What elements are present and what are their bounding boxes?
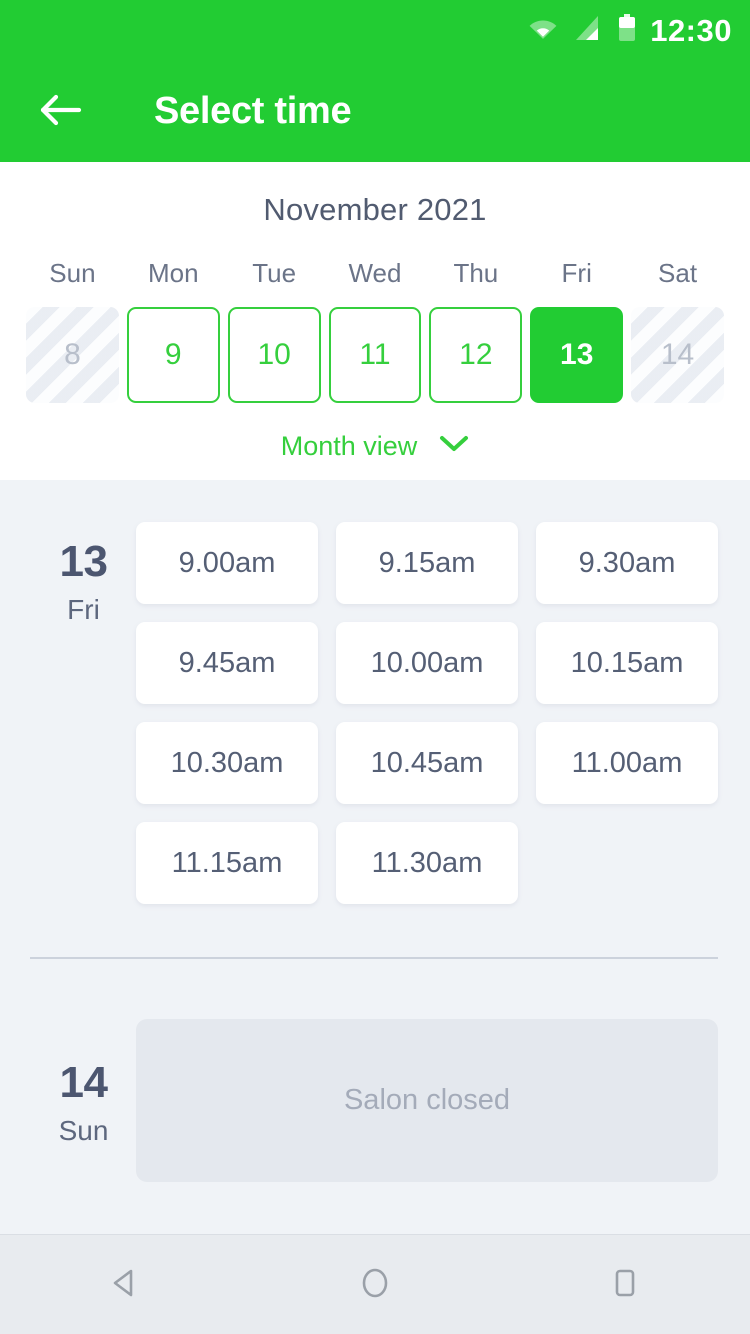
day-cell-10[interactable]: 10 <box>227 307 321 403</box>
calendar-panel: November 2021 Sun Mon Tue Wed Thu Fri Sa… <box>0 162 750 480</box>
phone-screen: 12:30 Select time November 2021 Sun Mon … <box>0 0 750 1334</box>
weekday-label: Thu <box>453 258 499 288</box>
time-slot[interactable]: 11.30am <box>336 822 518 904</box>
weekday-label: Wed <box>348 258 402 288</box>
nav-home-button[interactable] <box>320 1235 430 1334</box>
day-cell-14: 14 <box>631 307 724 403</box>
arrow-left-icon <box>39 93 83 130</box>
schedule-day-label: 14 Sun <box>32 1019 135 1182</box>
app-bar: Select time <box>0 60 750 162</box>
status-bar: 12:30 <box>0 0 750 60</box>
weekday-label: Mon <box>147 258 199 288</box>
weekday-label: Fri <box>561 258 592 288</box>
battery-icon <box>618 13 636 47</box>
schedule-list: 13 Fri 9.00am 9.15am 9.30am 9.45am 10.00… <box>0 480 750 1234</box>
time-slot[interactable]: 10.45am <box>336 722 518 804</box>
calendar-day-row: 8 9 10 11 12 13 14 <box>0 289 750 403</box>
chevron-down-icon <box>439 435 469 458</box>
time-slot[interactable]: 9.30am <box>536 522 718 604</box>
schedule-day-number: 14 <box>59 1058 108 1107</box>
time-slot[interactable]: 10.15am <box>536 622 718 704</box>
time-slot[interactable]: 9.45am <box>136 622 318 704</box>
day-cell-12[interactable]: 12 <box>429 307 523 403</box>
schedule-day-name: Sun <box>58 1115 109 1146</box>
month-view-label: Month view <box>280 431 418 461</box>
calendar-month-title: November 2021 <box>263 192 487 227</box>
schedule-day-label: 13 Fri <box>32 522 135 904</box>
circle-home-icon <box>357 1265 393 1304</box>
back-button[interactable] <box>34 84 88 138</box>
signal-icon <box>574 15 602 46</box>
weekday-label: Sun <box>49 258 96 288</box>
schedule-day-name: Fri <box>67 594 100 625</box>
time-slot[interactable]: 11.00am <box>536 722 718 804</box>
square-recents-icon <box>607 1265 643 1304</box>
day-cell-13[interactable]: 13 <box>530 307 624 403</box>
nav-recents-button[interactable] <box>570 1235 680 1334</box>
page-title: Select time <box>154 89 352 132</box>
triangle-back-icon <box>107 1265 143 1304</box>
time-slot[interactable]: 9.00am <box>136 522 318 604</box>
status-icon-group <box>528 13 636 47</box>
schedule-day-14: 14 Sun Salon closed <box>0 959 750 1182</box>
weekday-label: Sat <box>658 258 698 288</box>
time-slot-grid: 9.00am 9.15am 9.30am 9.45am 10.00am 10.1… <box>136 522 718 904</box>
schedule-day-number: 13 <box>59 537 108 586</box>
time-slot[interactable]: 10.30am <box>136 722 318 804</box>
day-cell-8: 8 <box>26 307 119 403</box>
salon-closed-card: Salon closed <box>136 1019 718 1182</box>
weekday-label: Tue <box>252 258 297 288</box>
day-cell-9[interactable]: 9 <box>126 307 220 403</box>
schedule-day-13: 13 Fri 9.00am 9.15am 9.30am 9.45am 10.00… <box>0 480 750 904</box>
calendar-weekday-header: Sun Mon Tue Wed Thu Fri Sat <box>0 228 750 289</box>
month-view-toggle[interactable]: Month view <box>0 403 750 462</box>
android-nav-bar <box>0 1234 750 1334</box>
day-cell-11[interactable]: 11 <box>328 307 422 403</box>
time-slot[interactable]: 11.15am <box>136 822 318 904</box>
time-slot[interactable]: 9.15am <box>336 522 518 604</box>
status-bar-clock: 12:30 <box>650 12 732 48</box>
time-slot[interactable]: 10.00am <box>336 622 518 704</box>
wifi-icon <box>528 16 558 45</box>
nav-back-button[interactable] <box>70 1235 180 1334</box>
